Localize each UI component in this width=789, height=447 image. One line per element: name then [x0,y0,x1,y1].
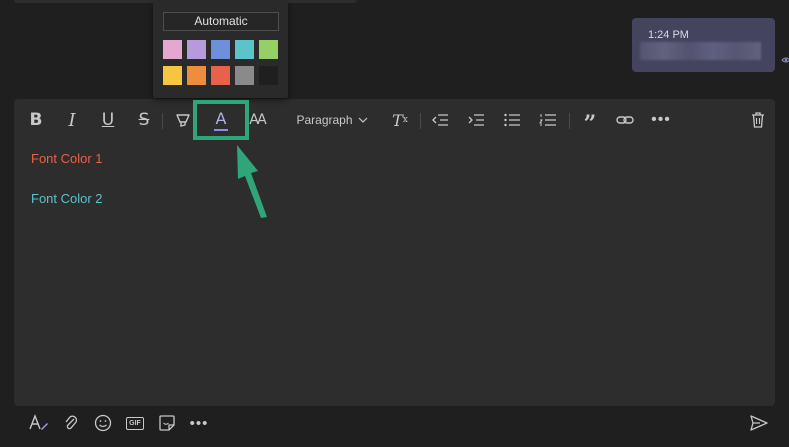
color-swatch[interactable] [259,40,278,59]
seen-eye-icon [781,57,789,63]
bold-button[interactable]: B [26,109,46,131]
compose-box[interactable]: B I U S A AA Paragraph Tx ” ••• Font Col… [14,99,775,406]
color-swatch[interactable] [163,40,182,59]
toolbar-divider [420,113,421,129]
color-swatch[interactable] [235,40,254,59]
delete-button[interactable] [749,109,767,131]
font-size-button[interactable]: AA [246,109,268,131]
trash-icon [752,112,764,128]
clear-format-button[interactable]: Tx [390,109,410,131]
numbered-list-button[interactable] [538,109,558,131]
automatic-color-button[interactable]: Automatic [163,12,279,31]
send-button[interactable] [748,413,770,433]
increase-indent-button[interactable] [466,109,486,131]
attach-button[interactable] [60,413,82,433]
toolbar-divider [162,113,163,129]
paperclip-icon [65,415,78,430]
sticker-icon [159,415,175,431]
paragraph-dropdown[interactable]: Paragraph [294,109,370,131]
bulleted-list-button[interactable] [502,109,522,131]
clear-format-sub: x [402,115,408,125]
color-swatch[interactable] [187,66,206,85]
font-color-letter: A [215,109,227,128]
format-pen-icon [29,414,48,430]
format-toolbar: B I U S A AA Paragraph Tx ” ••• [14,99,775,143]
italic-button[interactable]: I [62,109,82,131]
message-bubble[interactable]: 1:24 PM [632,18,775,72]
color-swatch[interactable] [211,66,230,85]
highlight-button[interactable] [172,109,194,131]
color-swatch[interactable] [235,66,254,85]
send-icon [750,415,768,431]
color-swatch[interactable] [259,66,278,85]
more-actions-button[interactable]: ••• [188,413,210,433]
gif-icon: GIF [126,416,144,430]
emoji-icon [94,414,112,432]
annotation-arrow-icon [237,145,267,218]
toolbar-divider [569,113,570,129]
more-options-button[interactable]: ••• [650,109,672,131]
numbered-list-icon [539,114,556,126]
quote-button[interactable]: ” [580,109,600,137]
message-time: 1:24 PM [648,29,689,41]
sticker-button[interactable] [156,413,178,433]
font-color-bar [214,129,228,131]
emoji-button[interactable] [92,413,114,433]
strikethrough-button[interactable]: S [134,109,154,131]
clear-format-letter: T [392,110,403,130]
underline-button[interactable]: U [98,109,118,131]
chevron-down-icon [358,117,367,123]
decrease-indent-button[interactable] [430,109,450,131]
color-swatch[interactable] [163,66,182,85]
insert-link-button[interactable] [614,109,636,131]
blurred-message-text [640,42,761,60]
bullet-list-icon [504,113,520,127]
color-swatch[interactable] [187,40,206,59]
editor-line-font-color-1: Font Color 1 [31,151,103,166]
highlighter-icon [176,114,190,127]
outdent-icon [432,114,448,126]
link-icon [616,116,634,124]
paragraph-label: Paragraph [296,113,353,127]
color-swatch[interactable] [211,40,230,59]
font-color-button[interactable]: A [210,109,232,131]
gif-button[interactable]: GIF [124,413,146,433]
font-color-picker: Automatic [153,2,288,98]
format-button[interactable] [28,413,50,433]
editor-line-font-color-2: Font Color 2 [31,191,103,206]
indent-icon [468,114,484,126]
